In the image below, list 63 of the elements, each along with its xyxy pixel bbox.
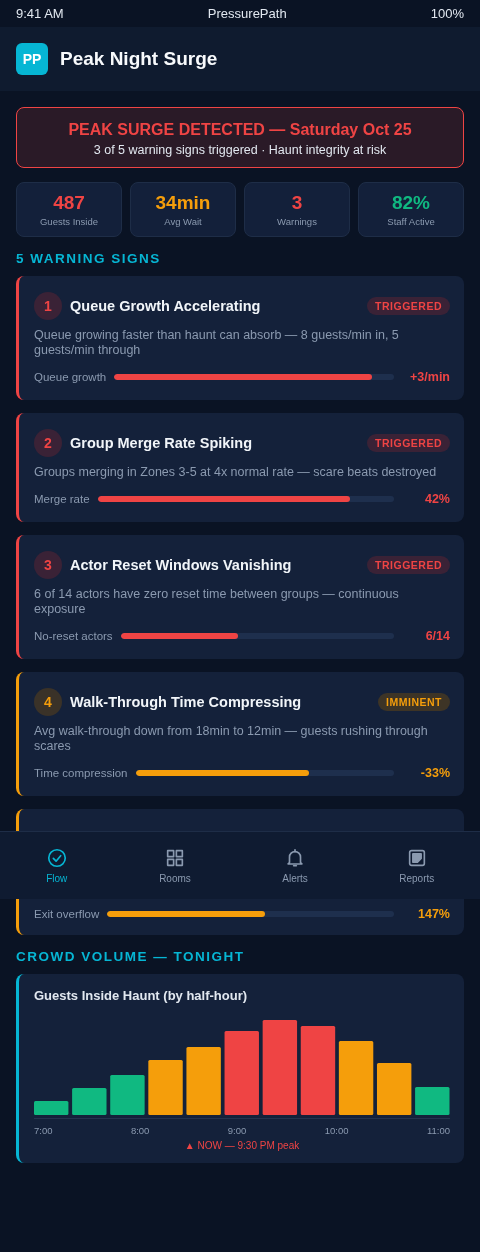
metric-value: 42%: [423, 492, 450, 506]
stat-value: 3: [291, 192, 303, 214]
metric-label: Merge rate: [34, 493, 90, 505]
metric-label: Queue growth: [34, 371, 107, 383]
check-circle-icon: [45, 847, 68, 869]
metric-value: +3/min: [409, 370, 450, 384]
status-badge: TRIGGERED: [367, 297, 450, 315]
alert-title: PEAK SURGE DETECTED — Saturday Oct 25: [67, 121, 413, 139]
stat-label: Staff Active: [387, 216, 435, 227]
axis-label: 7:00: [34, 1125, 53, 1136]
warning-description: Groups merging in Zones 3-5 at 4x normal rate — scare beats destroyed: [34, 465, 438, 480]
axis-label: 8:00: [130, 1125, 150, 1136]
axis-label: 10:00: [324, 1125, 349, 1136]
chart-note: ▲ NOW — 9:30 PM peak: [183, 1140, 301, 1151]
status-app-name: PressurePath: [207, 6, 287, 21]
stat-label: Avg Wait: [164, 216, 202, 227]
metric-label: Time compression: [34, 767, 128, 779]
alert-subtitle: 3 of 5 warning signs triggered · Haunt integrity at risk: [92, 143, 388, 157]
section-heading: CROWD VOLUME — TONIGHT: [16, 949, 246, 964]
metric-label: No-reset actors: [34, 630, 113, 642]
nav-tab[interactable]: Flow: [35, 843, 78, 888]
page-title: Peak Night Surge: [60, 48, 218, 70]
stat-value: 34min: [155, 192, 211, 214]
nav-tab[interactable]: Rooms: [149, 843, 201, 888]
stat-label: Guests Inside: [39, 216, 99, 227]
warning-description: 6 of 14 actors have zero reset time between groups — continuous exposure: [34, 587, 400, 617]
warning-title: Queue Growth Accelerating: [70, 298, 262, 314]
metric-value: -33%: [419, 766, 450, 780]
nav-tab[interactable]: Alerts: [272, 843, 318, 888]
stat-value: 82%: [392, 192, 430, 214]
stat-label: Warnings: [277, 216, 317, 227]
app-logo: PP: [16, 43, 48, 75]
status-badge: TRIGGERED: [367, 556, 450, 574]
warning-title: Group Merge Rate Spiking: [70, 435, 254, 451]
chart-bar: [34, 1101, 69, 1115]
metric-value: 147%: [417, 907, 450, 921]
bell-icon: [284, 847, 306, 869]
step-number: 4: [34, 688, 62, 716]
status-badge: TRIGGERED: [367, 434, 450, 452]
metric-label: Exit overflow: [34, 908, 100, 920]
chart-bar: [186, 1047, 221, 1115]
step-number: 2: [34, 429, 62, 457]
chart-title: Guests Inside Haunt (by half-hour): [34, 988, 249, 1003]
warning-title: Walk-Through Time Compressing: [70, 694, 303, 710]
metric-value: 6/14: [424, 629, 450, 643]
status-badge: IMMINENT: [378, 693, 450, 711]
chart-bar: [110, 1075, 145, 1115]
stat-value: 487: [53, 192, 85, 214]
chart-bar: [148, 1060, 183, 1115]
battery-level: 100%: [430, 6, 464, 21]
axis-label: 11:00: [426, 1125, 450, 1136]
step-number: 1: [34, 292, 62, 320]
step-number: 3: [34, 551, 62, 579]
warning-description: Avg walk-through down from 18min to 12min — guests rushing through scares: [34, 724, 429, 754]
section-heading: 5 WARNING SIGNS: [16, 251, 162, 266]
chart-bar: [377, 1063, 412, 1115]
status-time: 9:41 AM: [16, 6, 64, 21]
axis-label: 9:00: [227, 1125, 247, 1136]
chart-bar: [72, 1088, 107, 1115]
warning-description: Queue growing faster than haunt can absorb — 8 guests/min in, 5 guests/min through: [34, 328, 400, 358]
nav-tab[interactable]: Reports: [389, 843, 445, 888]
warning-title: Actor Reset Windows Vanishing: [70, 557, 293, 573]
chart-bar: [415, 1087, 450, 1115]
